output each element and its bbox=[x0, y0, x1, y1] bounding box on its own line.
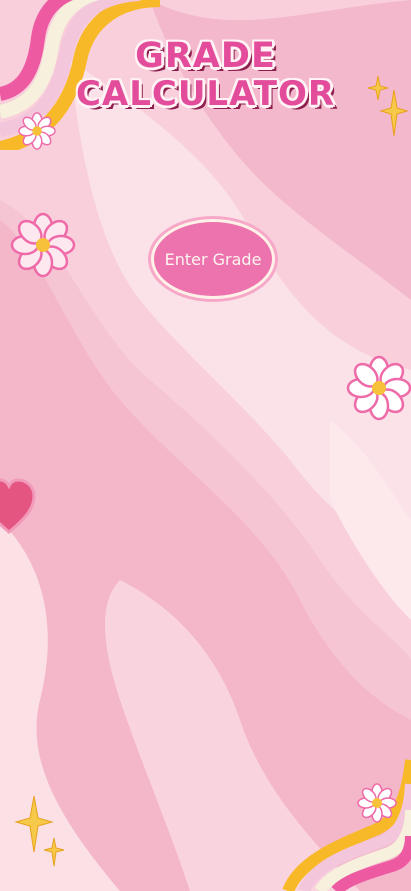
daisy-icon bbox=[18, 112, 56, 150]
daisy-icon bbox=[10, 212, 76, 278]
enter-grade-button-label: Enter Grade bbox=[164, 249, 262, 269]
daisy-icon bbox=[357, 783, 397, 823]
page-title: GRADE CALCULATOR bbox=[0, 38, 411, 112]
app-screen: GRADE CALCULATOR Enter Grade bbox=[0, 0, 411, 891]
daisy-icon bbox=[346, 355, 411, 421]
heart-icon bbox=[0, 478, 36, 534]
sparkle-icon bbox=[14, 795, 65, 867]
enter-grade-button[interactable]: Enter Grade bbox=[151, 219, 275, 299]
sparkle-icon bbox=[367, 75, 408, 137]
title-line-1: GRADE bbox=[135, 36, 276, 76]
title-line-2: CALCULATOR bbox=[75, 73, 336, 114]
